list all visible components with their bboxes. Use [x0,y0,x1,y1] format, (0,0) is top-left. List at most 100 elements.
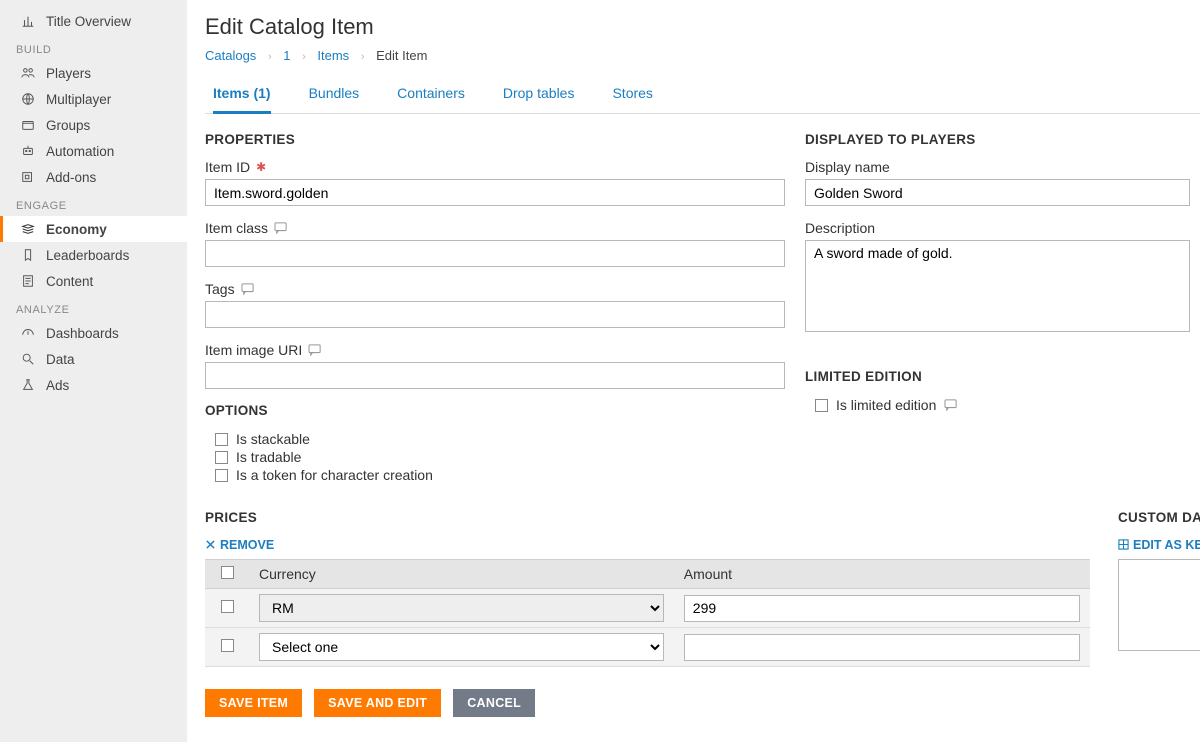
breadcrumb-items[interactable]: Items [317,48,349,63]
table-row: RM [205,589,1090,628]
item-id-label: Item ID✱ [205,159,785,175]
display-name-label: Display name [805,159,1190,175]
sidebar-item-title-overview[interactable]: Title Overview [0,8,187,34]
description-input[interactable] [805,240,1190,332]
sidebar-item-label: Players [46,66,91,81]
display-name-input[interactable] [805,179,1190,206]
sidebar-item-label: Add-ons [46,170,96,185]
item-class-label: Item class [205,220,785,236]
tags-input[interactable] [205,301,785,328]
checkbox-icon[interactable] [215,451,228,464]
tags-label: Tags [205,281,785,297]
option-label: Is limited edition [836,397,936,413]
sidebar-section-analyze-header: ANALYZE [0,294,187,320]
grid-icon [1118,539,1129,550]
option-token[interactable]: Is a token for character creation [205,466,785,484]
cancel-button[interactable]: CANCEL [453,689,535,717]
option-label: Is tradable [236,449,301,465]
tab-containers[interactable]: Containers [397,77,465,113]
x-icon [205,539,216,550]
tabbar: Items (1) Bundles Containers Drop tables… [205,77,1200,114]
tab-bundles[interactable]: Bundles [309,77,360,113]
option-label: Is a token for character creation [236,467,433,483]
main-content: Edit Catalog Item Catalogs › 1 › Items ›… [187,0,1200,742]
search-icon [20,351,36,367]
prices-remove-link[interactable]: REMOVE [205,538,274,552]
currency-select[interactable]: Select one [259,633,664,661]
sidebar-item-players[interactable]: Players [0,60,187,86]
image-uri-label: Item image URI [205,342,785,358]
option-tradable[interactable]: Is tradable [205,448,785,466]
breadcrumb-catalogs[interactable]: Catalogs [205,48,256,63]
robot-icon [20,143,36,159]
sidebar-item-label: Title Overview [46,14,131,29]
currency-select[interactable]: RM [259,594,664,622]
limited-header: LIMITED EDITION [805,369,1190,384]
sidebar: Title Overview BUILD Players Multiplayer… [0,0,187,742]
sidebar-item-label: Multiplayer [46,92,111,107]
sidebar-item-dashboards[interactable]: Dashboards [0,320,187,346]
custom-data-box[interactable] [1118,559,1200,651]
item-class-input[interactable] [205,240,785,267]
sidebar-section-build-header: BUILD [0,34,187,60]
sidebar-item-label: Leaderboards [46,248,129,263]
tab-drop-tables[interactable]: Drop tables [503,77,575,113]
tab-stores[interactable]: Stores [612,77,652,113]
sidebar-item-label: Groups [46,118,90,133]
option-stackable[interactable]: Is stackable [205,430,785,448]
options-header: OPTIONS [205,403,785,418]
custom-data-edit-link[interactable]: EDIT AS KEY/VA [1118,538,1200,552]
displayed-header: DISPLAYED TO PLAYERS [805,132,1190,147]
row-checkbox[interactable] [221,600,234,613]
stack-icon [20,221,36,237]
required-icon: ✱ [256,160,266,174]
save-item-button[interactable]: SAVE ITEM [205,689,302,717]
sidebar-item-label: Content [46,274,93,289]
people-icon [20,65,36,81]
chevron-right-icon: › [361,51,365,63]
folder-icon [20,117,36,133]
comment-icon [241,283,255,295]
sidebar-item-ads[interactable]: Ads [0,372,187,398]
breadcrumb-catalog-id[interactable]: 1 [283,48,290,63]
checkbox-icon[interactable] [215,433,228,446]
sidebar-item-label: Ads [46,378,69,393]
sidebar-item-content[interactable]: Content [0,268,187,294]
bookmark-icon [20,247,36,263]
amount-input[interactable] [684,595,1080,622]
chevron-right-icon: › [268,51,272,63]
sidebar-item-leaderboards[interactable]: Leaderboards [0,242,187,268]
checkbox-icon[interactable] [815,399,828,412]
sidebar-item-automation[interactable]: Automation [0,138,187,164]
properties-header: PROPERTIES [205,132,785,147]
sidebar-item-data[interactable]: Data [0,346,187,372]
flask-icon [20,377,36,393]
globe-icon [20,91,36,107]
tab-items[interactable]: Items (1) [213,77,271,113]
page-title: Edit Catalog Item [205,14,1200,40]
breadcrumb: Catalogs › 1 › Items › Edit Item [205,48,1200,63]
row-checkbox[interactable] [221,639,234,652]
chart-bar-icon [20,13,36,29]
comment-icon [308,344,322,356]
save-and-edit-button[interactable]: SAVE AND EDIT [314,689,441,717]
table-header-row: Currency Amount [205,560,1090,589]
sidebar-item-addons[interactable]: Add-ons [0,164,187,190]
checkbox-all[interactable] [221,566,234,579]
sidebar-item-label: Dashboards [46,326,119,341]
comment-icon [944,399,958,411]
document-icon [20,273,36,289]
table-row: Select one [205,628,1090,667]
amount-input[interactable] [684,634,1080,661]
option-limited[interactable]: Is limited edition [805,396,1190,414]
col-currency: Currency [249,560,674,589]
comment-icon [274,222,288,234]
checkbox-icon[interactable] [215,469,228,482]
image-uri-input[interactable] [205,362,785,389]
sidebar-item-multiplayer[interactable]: Multiplayer [0,86,187,112]
sidebar-item-groups[interactable]: Groups [0,112,187,138]
sidebar-item-economy[interactable]: Economy [0,216,187,242]
sidebar-item-label: Data [46,352,75,367]
puzzle-icon [20,169,36,185]
item-id-input[interactable] [205,179,785,206]
